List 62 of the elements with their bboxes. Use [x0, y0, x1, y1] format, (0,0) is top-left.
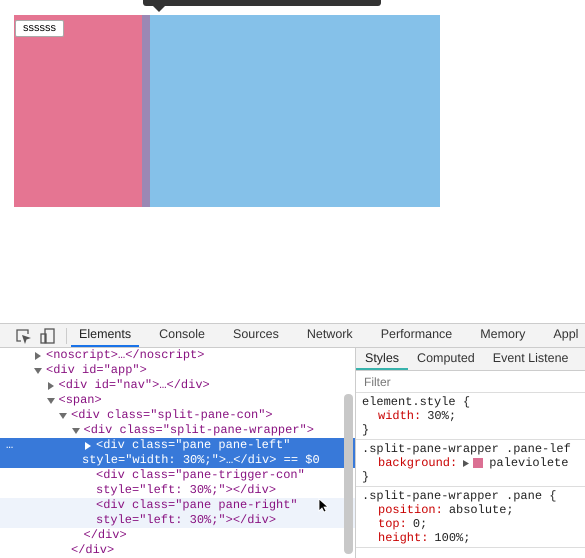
- node-markup: <div class="split-pane-con">: [71, 408, 273, 423]
- expanded-triangle-icon[interactable]: [72, 426, 80, 434]
- node-markup: <div class="pane pane-left": [96, 438, 290, 453]
- css-value: paleviolete: [489, 456, 568, 470]
- css-brace: }: [362, 423, 370, 437]
- devtools-tab[interactable]: Memory: [472, 324, 534, 347]
- devtools-tab[interactable]: Network: [298, 324, 361, 347]
- css-brace: }: [362, 470, 370, 484]
- css-property: top:: [378, 517, 407, 531]
- node-markup: <div class="split-pane-wrapper">: [84, 423, 314, 438]
- scrollbar[interactable]: [344, 394, 353, 554]
- node-menu[interactable]: …: [6, 438, 14, 453]
- expanded-triangle-icon[interactable]: [59, 412, 67, 420]
- css-property: height:: [378, 531, 428, 545]
- css-value: 30%;: [427, 409, 456, 423]
- node-markup: <div class="pane-trigger-con": [96, 468, 305, 483]
- expanded-triangle-icon[interactable]: [46, 396, 54, 404]
- dom-node[interactable]: <div id="app">: [0, 363, 355, 378]
- node-markup: style="left: 30%;"></div>: [96, 483, 276, 498]
- closing-tag: </div>: [84, 528, 127, 542]
- node-markup: <div id="nav">…</div>: [58, 378, 210, 393]
- node-markup: <div id="app">: [46, 363, 147, 378]
- dom-node[interactable]: … <div class="pane pane-left" style="width: 30%;">…</div> == $0: [0, 438, 355, 468]
- css-selector: .split-pane-wrapper .pane-lef: [362, 442, 572, 456]
- device-toolbar-icon[interactable]: [40, 328, 56, 344]
- css-value: absolute;: [448, 503, 514, 517]
- dom-node[interactable]: <div class="pane-trigger-con" style="left: 30%;"></div>: [0, 468, 355, 498]
- dom-node[interactable]: <span>: [0, 393, 355, 408]
- node-markup: <noscript>…</noscript>: [46, 348, 204, 363]
- node-markup: <div class="pane pane-right": [96, 498, 298, 513]
- css-selector: element.style {: [362, 395, 472, 409]
- demo-button[interactable]: ssssss: [15, 20, 64, 37]
- css-value: 0;: [412, 517, 428, 531]
- inspect-icon[interactable]: [15, 328, 31, 344]
- css-value: 100%;: [434, 531, 470, 545]
- dom-node[interactable]: <div id="nav">…</div>: [0, 378, 355, 393]
- css-property: position:: [378, 503, 443, 517]
- node-markup: style="width: 30%;">…</div> == $0: [82, 453, 320, 468]
- devtools-tab[interactable]: Appl: [545, 324, 585, 347]
- color-swatch[interactable]: [473, 458, 484, 468]
- devtools-tab[interactable]: Sources: [224, 324, 287, 347]
- styles-tab[interactable]: Computed: [408, 348, 484, 370]
- expanded-triangle-icon[interactable]: [34, 366, 42, 374]
- css-property: background:: [378, 456, 458, 470]
- mouse-cursor-icon: [318, 498, 328, 513]
- devtools-tab[interactable]: Performance: [372, 324, 460, 347]
- dom-node[interactable]: <div class="split-pane-wrapper">: [0, 423, 355, 438]
- css-property: width:: [378, 409, 422, 423]
- devtools-tab[interactable]: Elements: [71, 324, 140, 347]
- css-selector: .split-pane-wrapper .pane {: [362, 489, 558, 503]
- styles-tab[interactable]: Event Listene: [484, 348, 578, 370]
- closing-tag: </div>: [71, 543, 114, 557]
- node-markup: <span>: [58, 393, 102, 408]
- node-markup: style="left: 30%;"></div>: [96, 513, 276, 528]
- expand-triangle-icon[interactable]: [463, 460, 470, 466]
- collapsed-triangle-icon[interactable]: [84, 442, 92, 450]
- devtools-tab[interactable]: Console: [151, 324, 213, 347]
- dom-node[interactable]: <div class="pane pane-right" style="left: 30%;"></div>: [0, 498, 355, 528]
- collapsed-triangle-icon[interactable]: [46, 382, 54, 390]
- dom-node[interactable]: <div class="split-pane-con">: [0, 408, 355, 423]
- collapsed-triangle-icon[interactable]: [34, 352, 42, 360]
- dom-node[interactable]: <noscript>…</noscript>: [0, 348, 355, 363]
